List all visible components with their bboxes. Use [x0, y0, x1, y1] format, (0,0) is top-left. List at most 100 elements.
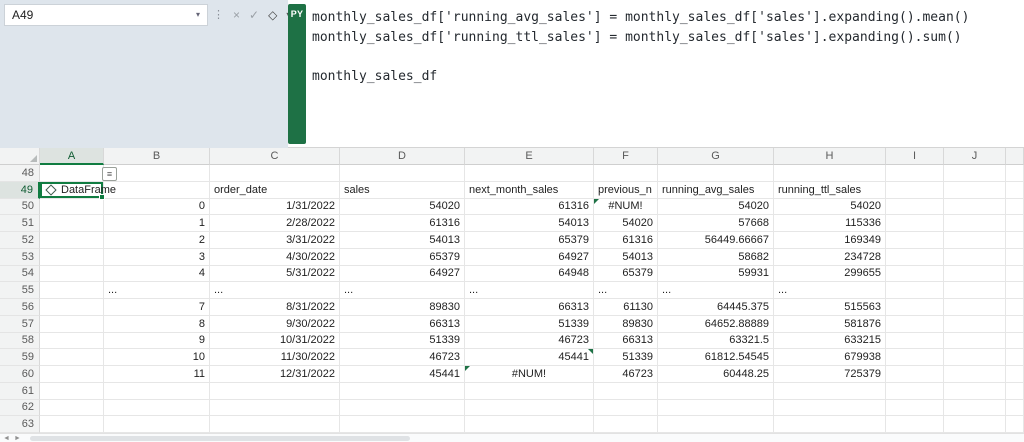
cell-I60[interactable]: [886, 366, 944, 383]
cell-B51[interactable]: 1: [104, 215, 210, 232]
cell-B61[interactable]: [104, 383, 210, 400]
cell-G52[interactable]: 56449.66667: [658, 232, 774, 249]
cell-I51[interactable]: [886, 215, 944, 232]
cell-G61[interactable]: [658, 383, 774, 400]
column-header-C[interactable]: C: [210, 148, 340, 165]
cell-C49[interactable]: order_date: [210, 182, 340, 199]
cell-E50[interactable]: 61316: [465, 199, 594, 216]
select-all-corner[interactable]: [0, 148, 40, 165]
cell-G60[interactable]: 60448.25: [658, 366, 774, 383]
cell-E48[interactable]: [465, 165, 594, 182]
cell-D52[interactable]: 54013: [340, 232, 465, 249]
cell-D57[interactable]: 66313: [340, 316, 465, 333]
cell-H49[interactable]: running_ttl_sales: [774, 182, 886, 199]
column-header-J[interactable]: J: [944, 148, 1006, 165]
cell-H63[interactable]: [774, 416, 886, 433]
row-header-61[interactable]: 61: [0, 383, 40, 400]
cell-A56[interactable]: [40, 299, 104, 316]
cell-C48[interactable]: [210, 165, 340, 182]
cell-E54[interactable]: 64948: [465, 266, 594, 283]
row-header-60[interactable]: 60: [0, 366, 40, 383]
cell-C51[interactable]: 2/28/2022: [210, 215, 340, 232]
cell-H51[interactable]: 115336: [774, 215, 886, 232]
column-header-E[interactable]: E: [465, 148, 594, 165]
cell-E60[interactable]: #NUM!: [465, 366, 594, 383]
cancel-icon[interactable]: ×: [233, 9, 240, 21]
cell-F48[interactable]: [594, 165, 658, 182]
cell-D49[interactable]: sales: [340, 182, 465, 199]
cell-G62[interactable]: [658, 400, 774, 417]
cell-F49[interactable]: previous_n: [594, 182, 658, 199]
cell-D60[interactable]: 45441: [340, 366, 465, 383]
cell-B55[interactable]: ...: [104, 282, 210, 299]
cell-E63[interactable]: [465, 416, 594, 433]
cell-I48[interactable]: [886, 165, 944, 182]
scroll-right-icon[interactable]: ►: [14, 435, 21, 442]
cell-I61[interactable]: [886, 383, 944, 400]
cell-I52[interactable]: [886, 232, 944, 249]
row-header-56[interactable]: 56: [0, 299, 40, 316]
cell-J49[interactable]: [944, 182, 1006, 199]
scroll-left-icon[interactable]: ◄: [3, 435, 10, 442]
column-header-H[interactable]: H: [774, 148, 886, 165]
cell-D59[interactable]: 46723: [340, 349, 465, 366]
cell-B59[interactable]: 10: [104, 349, 210, 366]
cell-C54[interactable]: 5/31/2022: [210, 266, 340, 283]
cell-A53[interactable]: [40, 249, 104, 266]
row-header-54[interactable]: 54: [0, 266, 40, 283]
row-header-62[interactable]: 62: [0, 400, 40, 417]
cell-B50[interactable]: 0: [104, 199, 210, 216]
row-header-57[interactable]: 57: [0, 316, 40, 333]
cell-G51[interactable]: 57668: [658, 215, 774, 232]
cell-C61[interactable]: [210, 383, 340, 400]
cell-H57[interactable]: 581876: [774, 316, 886, 333]
cell-F63[interactable]: [594, 416, 658, 433]
cell-F62[interactable]: [594, 400, 658, 417]
cell-C57[interactable]: 9/30/2022: [210, 316, 340, 333]
cell-H48[interactable]: [774, 165, 886, 182]
horizontal-scrollbar[interactable]: ◄ ►: [0, 433, 1024, 442]
cell-J61[interactable]: [944, 383, 1006, 400]
cell-J51[interactable]: [944, 215, 1006, 232]
cell-H58[interactable]: 633215: [774, 333, 886, 350]
cell-J56[interactable]: [944, 299, 1006, 316]
cell-F52[interactable]: 61316: [594, 232, 658, 249]
cell-D56[interactable]: 89830: [340, 299, 465, 316]
cell-G59[interactable]: 61812.54545: [658, 349, 774, 366]
cell-E62[interactable]: [465, 400, 594, 417]
row-header-63[interactable]: 63: [0, 416, 40, 433]
cell-C55[interactable]: ...: [210, 282, 340, 299]
cell-E52[interactable]: 65379: [465, 232, 594, 249]
cell-F55[interactable]: ...: [594, 282, 658, 299]
cell-G49[interactable]: running_avg_sales: [658, 182, 774, 199]
cell-J53[interactable]: [944, 249, 1006, 266]
cell-D51[interactable]: 61316: [340, 215, 465, 232]
cell-F59[interactable]: 51339: [594, 349, 658, 366]
cell-C53[interactable]: 4/30/2022: [210, 249, 340, 266]
cell-J62[interactable]: [944, 400, 1006, 417]
data-card-button[interactable]: ≡: [102, 167, 117, 181]
cell-A60[interactable]: [40, 366, 104, 383]
cell-H53[interactable]: 234728: [774, 249, 886, 266]
cell-J50[interactable]: [944, 199, 1006, 216]
cell-C52[interactable]: 3/31/2022: [210, 232, 340, 249]
column-header-A[interactable]: A: [40, 148, 104, 165]
cell-F54[interactable]: 65379: [594, 266, 658, 283]
cell-F60[interactable]: 46723: [594, 366, 658, 383]
column-header-I[interactable]: I: [886, 148, 944, 165]
cell-D62[interactable]: [340, 400, 465, 417]
row-header-48[interactable]: 48: [0, 165, 40, 182]
row-header-59[interactable]: 59: [0, 349, 40, 366]
cell-E55[interactable]: ...: [465, 282, 594, 299]
cell-B56[interactable]: 7: [104, 299, 210, 316]
cell-E49[interactable]: next_month_sales: [465, 182, 594, 199]
cell-H52[interactable]: 169349: [774, 232, 886, 249]
cell-A50[interactable]: [40, 199, 104, 216]
cell-J55[interactable]: [944, 282, 1006, 299]
cell-B63[interactable]: [104, 416, 210, 433]
cell-I59[interactable]: [886, 349, 944, 366]
row-header-52[interactable]: 52: [0, 232, 40, 249]
cell-I63[interactable]: [886, 416, 944, 433]
cell-E61[interactable]: [465, 383, 594, 400]
cell-E53[interactable]: 64927: [465, 249, 594, 266]
